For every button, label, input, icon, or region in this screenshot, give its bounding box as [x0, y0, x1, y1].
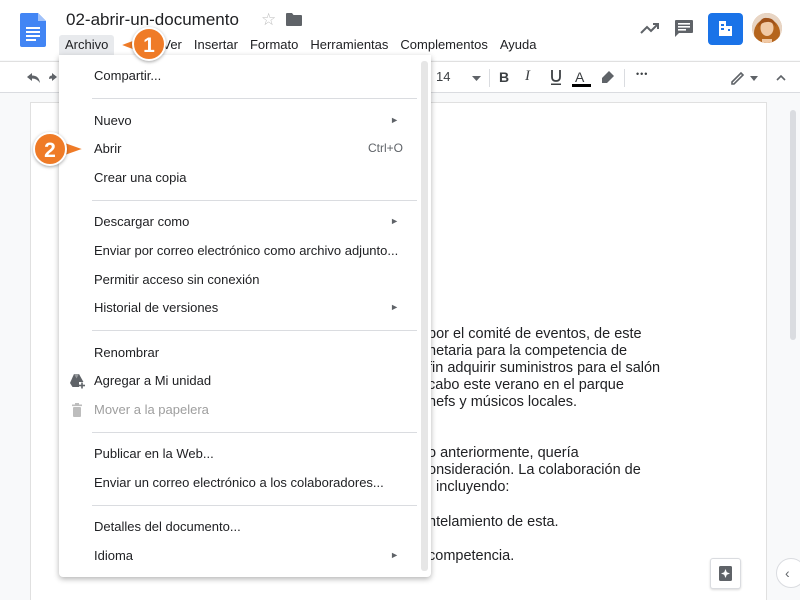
menu-item-add-to-drive[interactable]: Agregar a Mi unidad	[59, 368, 421, 394]
menu-item-label: Compartir...	[94, 68, 162, 83]
document-line: ntelamiento de esta.	[428, 514, 559, 530]
document-line: competencia.	[428, 548, 515, 564]
editing-mode-dropdown-icon[interactable]	[750, 76, 758, 81]
share-building-icon	[719, 21, 732, 36]
document-line: , incluyendo:	[428, 479, 510, 495]
toolbar-divider	[489, 69, 490, 87]
step-callout-2: 2	[33, 132, 67, 166]
document-paragraph-2: o anteriormente, quería onsideración. La…	[428, 445, 641, 496]
menu-item-offline[interactable]: Permitir acceso sin conexión	[59, 267, 421, 293]
menu-item-label: Nuevo	[94, 113, 132, 128]
redo-icon[interactable]	[49, 72, 59, 84]
text-color-button[interactable]: A	[575, 69, 584, 85]
collapse-menus-icon[interactable]	[776, 75, 786, 81]
explore-button[interactable]	[710, 558, 741, 589]
menu-item-move-to-trash[interactable]: Mover a la papelera	[59, 397, 421, 423]
menu-separator	[92, 98, 417, 99]
menu-item-publish-web[interactable]: Publicar en la Web...	[59, 441, 421, 467]
text-color-swatch	[572, 84, 591, 87]
avatar-image	[752, 13, 782, 43]
menu-scrollbar[interactable]	[421, 61, 428, 571]
menu-item-share[interactable]: Compartir...	[59, 63, 421, 89]
submenu-arrow-icon: ►	[390, 302, 399, 312]
document-paragraph-1: por el comité de eventos, de este netari…	[428, 326, 660, 411]
more-options-button[interactable]: •••	[636, 69, 648, 79]
star-icon[interactable]: ☆	[261, 10, 276, 30]
menu-item-label: Crear una copia	[94, 170, 187, 185]
editing-mode-pencil-icon[interactable]	[730, 70, 746, 86]
side-panel-toggle-chevron-left-icon[interactable]: ‹	[776, 558, 800, 588]
menu-herramientas[interactable]: Herramientas	[304, 35, 394, 55]
menu-separator	[92, 330, 417, 331]
file-menu-dropdown: Compartir... Nuevo ► Abrir Ctrl+O Crear …	[59, 55, 431, 577]
menu-item-version-history[interactable]: Historial de versiones ►	[59, 295, 421, 321]
menu-complementos[interactable]: Complementos	[394, 35, 493, 55]
drive-add-icon	[70, 374, 85, 389]
menu-ayuda[interactable]: Ayuda	[494, 35, 543, 55]
activity-dashboard-icon[interactable]	[640, 20, 660, 36]
menu-separator	[92, 432, 417, 433]
comment-icon[interactable]	[674, 19, 694, 38]
submenu-arrow-icon: ►	[390, 115, 399, 125]
google-docs-logo-icon[interactable]	[20, 13, 46, 47]
menu-item-label: Idioma	[94, 548, 134, 563]
font-size-dropdown-icon[interactable]	[472, 76, 481, 81]
avatar[interactable]	[752, 13, 782, 43]
menu-item-label: Permitir acceso sin conexión	[94, 272, 260, 287]
menu-item-label: Renombrar	[94, 345, 160, 360]
menu-item-open[interactable]: Abrir Ctrl+O	[59, 136, 421, 162]
menu-item-email-collaborators[interactable]: Enviar un correo electrónico a los colab…	[59, 470, 421, 496]
menu-item-rename[interactable]: Renombrar	[59, 340, 421, 366]
menu-ver[interactable]: Ver	[162, 35, 188, 55]
menu-item-label: Historial de versiones	[94, 300, 219, 315]
highlight-pen-icon[interactable]	[600, 70, 615, 84]
keyboard-shortcut: Ctrl+O	[367, 141, 403, 155]
menu-insertar[interactable]: Insertar	[188, 35, 244, 55]
menu-item-label: Mover a la papelera	[94, 402, 209, 417]
document-line: o anteriormente, quería	[428, 445, 579, 461]
bold-button[interactable]: B	[499, 69, 509, 85]
document-line: cabo este verano en el parque	[428, 377, 624, 393]
document-line: netaria para la competencia de	[428, 343, 628, 359]
italic-button[interactable]: I	[525, 68, 530, 85]
menu-item-download-as[interactable]: Descargar como ►	[59, 209, 421, 235]
menu-separator	[92, 200, 417, 201]
toolbar-divider	[624, 69, 625, 87]
trash-icon	[72, 403, 82, 417]
menu-item-document-details[interactable]: Detalles del documento...	[59, 514, 421, 540]
explore-star-icon	[719, 566, 732, 581]
submenu-arrow-icon: ►	[390, 216, 399, 226]
menu-archivo[interactable]: Archivo	[59, 35, 115, 55]
submenu-arrow-icon: ►	[390, 550, 399, 560]
menu-item-label: Detalles del documento...	[94, 519, 241, 534]
menu-item-label: Enviar un correo electrónico a los colab…	[94, 475, 384, 490]
document-line: onsideración. La colaboración de	[428, 462, 641, 478]
menu-item-label: Publicar en la Web...	[94, 446, 214, 461]
menu-item-new[interactable]: Nuevo ►	[59, 108, 421, 134]
document-line: por el comité de eventos, de este	[428, 326, 642, 342]
menu-separator	[92, 505, 417, 506]
menu-item-make-copy[interactable]: Crear una copia	[59, 165, 421, 191]
menu-item-email-attachment[interactable]: Enviar por correo electrónico como archi…	[59, 238, 421, 264]
document-scrollbar[interactable]	[790, 110, 796, 340]
document-line: fin adquirir suministros para el salón	[428, 360, 661, 376]
folder-icon[interactable]	[286, 13, 302, 26]
font-size-value[interactable]: 14	[436, 69, 450, 84]
step-callout-1: 1	[132, 27, 166, 61]
underline-icon[interactable]	[550, 70, 562, 86]
menu-item-label: Agregar a Mi unidad	[94, 373, 212, 388]
undo-icon[interactable]	[25, 72, 41, 84]
menu-item-label: Abrir	[94, 141, 122, 156]
menu-item-label: Enviar por correo electrónico como archi…	[94, 243, 399, 258]
callout-pointer	[64, 141, 86, 157]
menu-item-label: Descargar como	[94, 214, 190, 229]
menu-item-language[interactable]: Idioma ►	[59, 543, 421, 569]
document-line: hefs y músicos locales.	[428, 394, 578, 410]
share-button[interactable]	[708, 13, 743, 45]
menu-formato[interactable]: Formato	[244, 35, 304, 55]
